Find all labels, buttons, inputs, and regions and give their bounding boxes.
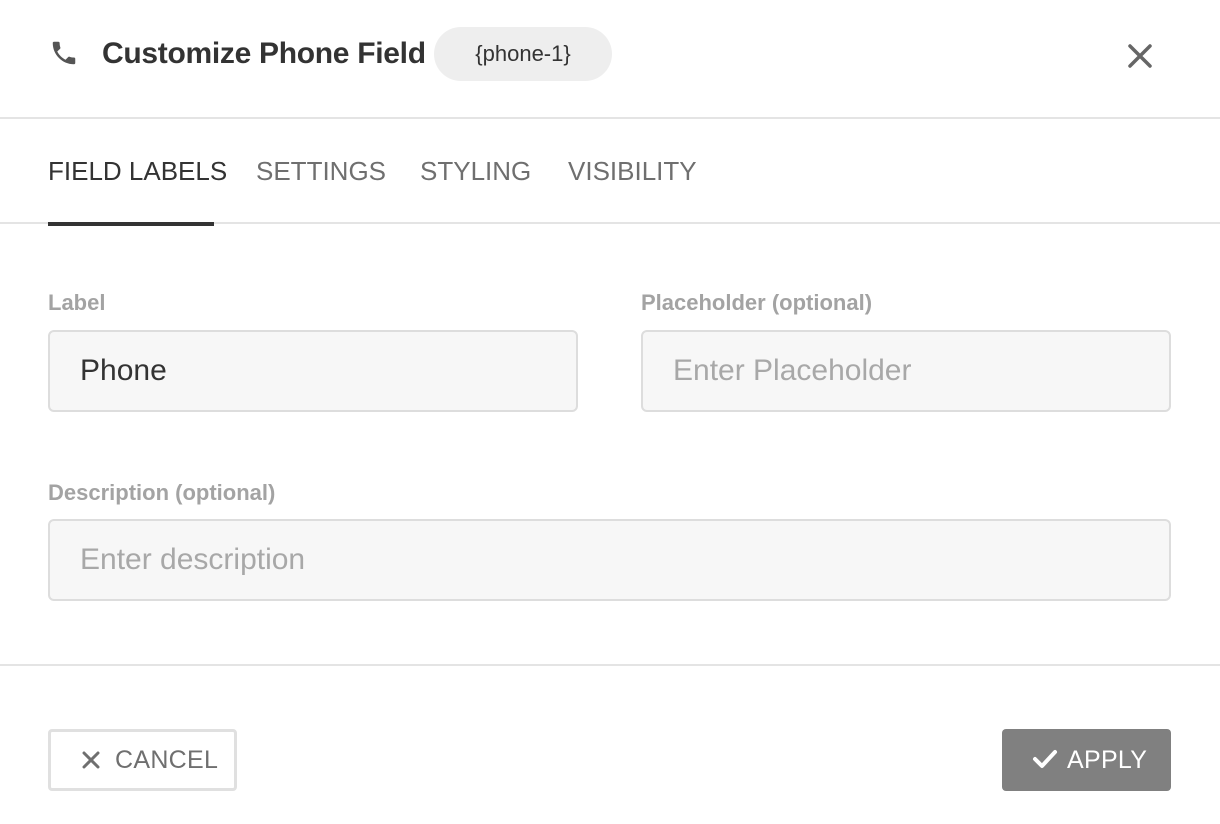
check-icon: [1033, 750, 1057, 768]
close-icon[interactable]: [1118, 34, 1162, 78]
customize-field-modal: Customize Phone Field {phone-1} FIELD LA…: [0, 0, 1220, 824]
tab-styling[interactable]: STYLING: [420, 119, 531, 224]
label-field-label: Label: [48, 290, 106, 315]
placeholder-input[interactable]: [641, 330, 1171, 412]
modal-title: Customize Phone Field: [102, 37, 426, 70]
cancel-button-label: CANCEL: [115, 746, 219, 774]
footer-divider: [0, 664, 1220, 666]
phone-icon: [52, 41, 76, 65]
apply-button-label: APPLY: [1067, 746, 1148, 774]
placeholder-field-label: Placeholder (optional): [641, 290, 873, 315]
label-input[interactable]: [48, 330, 578, 412]
field-tag-badge: {phone-1}: [434, 27, 612, 81]
x-icon: [82, 751, 100, 769]
tab-field-labels[interactable]: FIELD LABELS: [48, 119, 227, 226]
tab-visibility[interactable]: VISIBILITY: [568, 119, 697, 224]
tab-bar: FIELD LABELS SETTINGS STYLING VISIBILITY: [0, 119, 1220, 226]
apply-button[interactable]: APPLY: [1002, 729, 1171, 791]
cancel-button[interactable]: CANCEL: [48, 729, 237, 791]
modal-header: Customize Phone Field {phone-1}: [0, 0, 1220, 119]
description-field-label: Description (optional): [48, 480, 276, 505]
description-input[interactable]: [48, 519, 1171, 601]
tab-settings[interactable]: SETTINGS: [256, 119, 386, 224]
